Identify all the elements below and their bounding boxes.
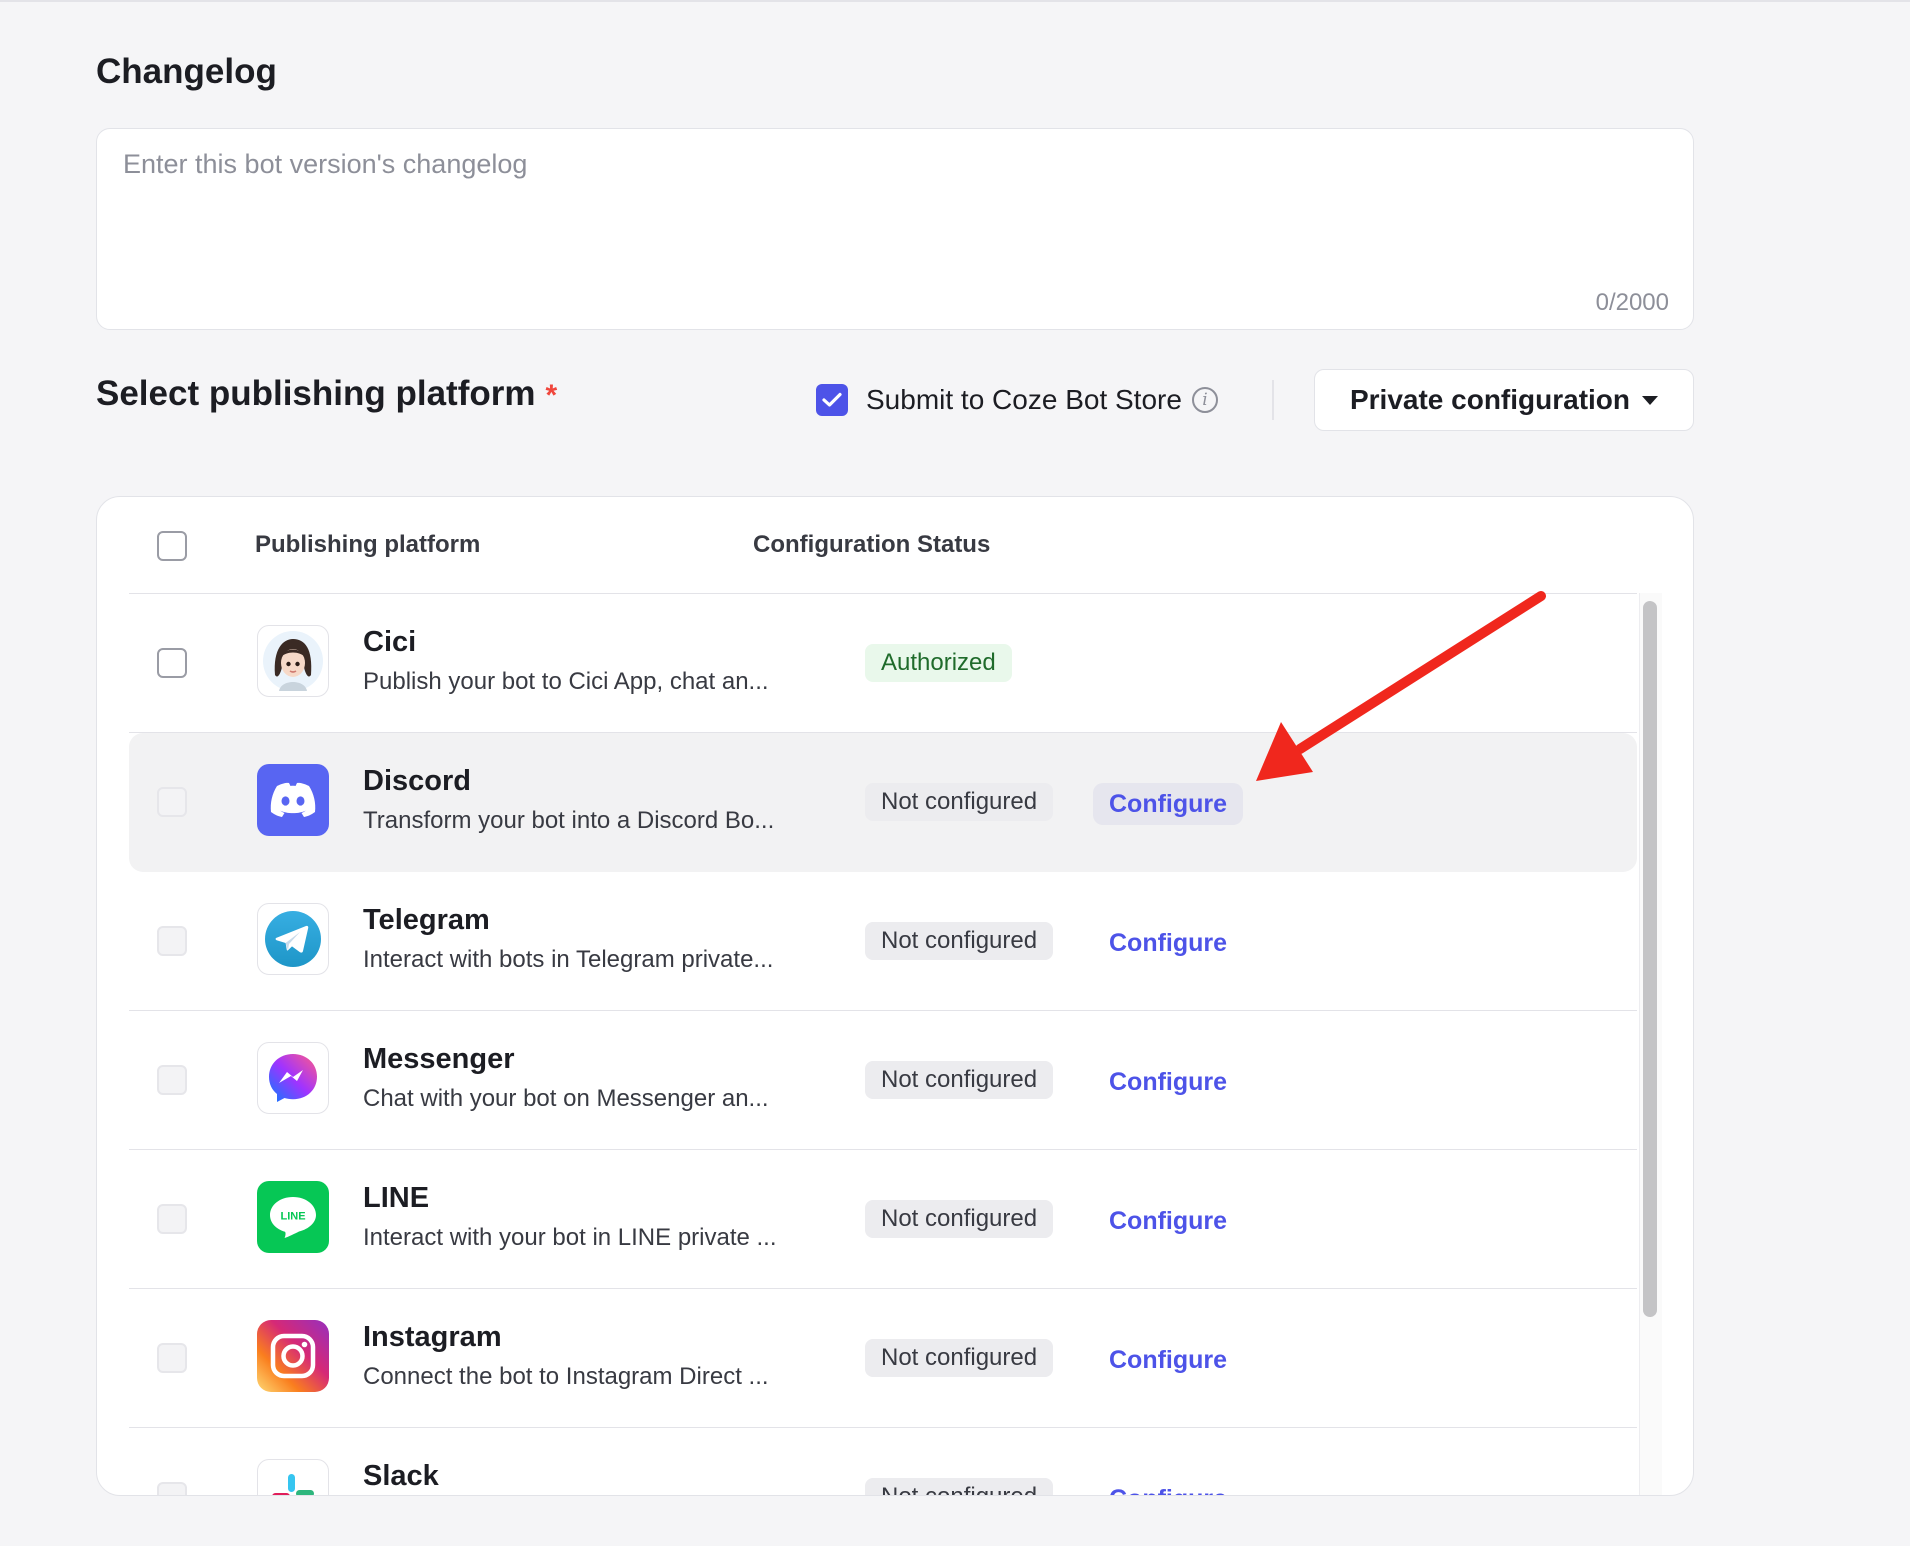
slack-icon [257, 1459, 329, 1495]
submit-store-checkbox[interactable] [816, 384, 848, 416]
platform-description: Interact with your bot in LINE private .… [363, 1224, 777, 1251]
table-row[interactable]: LINE LINE Interact with your bot in LINE… [129, 1150, 1637, 1289]
row-checkbox[interactable] [157, 787, 187, 817]
line-icon: LINE [257, 1181, 329, 1253]
status-badge: Not configured [865, 1200, 1054, 1238]
changelog-box: 0/2000 [96, 128, 1694, 330]
configure-button[interactable]: Configure [1093, 1478, 1243, 1496]
telegram-icon [257, 903, 329, 975]
platform-description: Chat with your bot on Messenger an... [363, 1085, 769, 1112]
instagram-icon [257, 1320, 329, 1392]
platform-description: Interact with bots in Telegram private..… [363, 946, 774, 973]
caret-down-icon [1642, 395, 1659, 405]
changelog-input[interactable] [121, 147, 1665, 271]
private-configuration-label: Private configuration [1349, 384, 1631, 415]
configure-button[interactable]: Configure [1093, 1200, 1243, 1242]
private-configuration-dropdown[interactable]: Private configuration [1314, 369, 1694, 431]
status-badge: Not configured [865, 1061, 1054, 1099]
row-checkbox[interactable] [157, 648, 187, 678]
cici-avatar-icon [257, 625, 329, 697]
svg-text:LINE: LINE [280, 1211, 305, 1223]
status-badge: Not configured [865, 922, 1054, 960]
table-row[interactable]: Cici Publish your bot to Cici App, chat … [129, 594, 1637, 733]
row-checkbox[interactable] [157, 1065, 187, 1095]
submit-store-label: Submit to Coze Bot Store [866, 384, 1182, 415]
status-badge: Authorized [865, 644, 1012, 682]
status-badge: Not configured [865, 1478, 1054, 1495]
discord-icon [257, 764, 329, 836]
table-row[interactable]: Telegram Interact with bots in Telegram … [129, 872, 1637, 1011]
divider [1272, 380, 1274, 420]
table-row[interactable]: Slack Not configured Configure [129, 1428, 1637, 1496]
row-checkbox[interactable] [157, 1343, 187, 1373]
platform-name: Messenger [363, 1043, 515, 1075]
select-all-checkbox[interactable] [157, 531, 187, 561]
platform-description: Connect the bot to Instagram Direct ... [363, 1363, 769, 1390]
publishing-platform-title-text: Select publishing platform [96, 374, 536, 413]
check-icon [822, 392, 842, 407]
table-row[interactable]: Instagram Connect the bot to Instagram D… [129, 1289, 1637, 1428]
row-checkbox[interactable] [157, 926, 187, 956]
col-publishing-platform: Publishing platform [255, 531, 481, 558]
table-header: Publishing platform Configuration Status [97, 497, 1693, 593]
changelog-title: Changelog [96, 52, 277, 91]
submit-to-store[interactable]: Submit to Coze Bot Store i [816, 380, 1218, 420]
char-counter: 0/2000 [1595, 289, 1669, 316]
table-row[interactable]: Messenger Chat with your bot on Messenge… [129, 1011, 1637, 1150]
platform-table: Publishing platform Configuration Status… [96, 496, 1694, 1496]
col-configuration-status: Configuration Status [753, 531, 991, 558]
publishing-platform-title: Select publishing platform * [96, 374, 557, 414]
info-icon[interactable]: i [1191, 387, 1218, 413]
row-checkbox[interactable] [157, 1482, 187, 1495]
configure-button[interactable]: Configure [1093, 922, 1243, 964]
required-mark: * [545, 379, 558, 412]
platform-name: Cici [363, 626, 417, 658]
status-badge: Not configured [865, 783, 1054, 821]
platform-name: LINE [363, 1182, 430, 1214]
platform-name: Instagram [363, 1321, 502, 1353]
messenger-icon [257, 1042, 329, 1114]
platform-description: Transform your bot into a Discord Bo... [363, 807, 775, 834]
configure-button[interactable]: Configure [1093, 1061, 1243, 1103]
table-body: Cici Publish your bot to Cici App, chat … [129, 594, 1637, 1496]
row-checkbox[interactable] [157, 1204, 187, 1234]
configure-button[interactable]: Configure [1093, 783, 1244, 825]
status-badge: Not configured [865, 1339, 1054, 1377]
scrollbar-thumb[interactable] [1643, 601, 1657, 1317]
platform-description: Publish your bot to Cici App, chat an... [363, 668, 769, 695]
table-row[interactable]: Discord Transform your bot into a Discor… [129, 733, 1637, 872]
platform-name: Telegram [363, 904, 490, 936]
configure-button[interactable]: Configure [1093, 1339, 1243, 1381]
top-border [0, 0, 1910, 2]
platform-name: Slack [363, 1460, 439, 1492]
platform-name: Discord [363, 765, 471, 797]
